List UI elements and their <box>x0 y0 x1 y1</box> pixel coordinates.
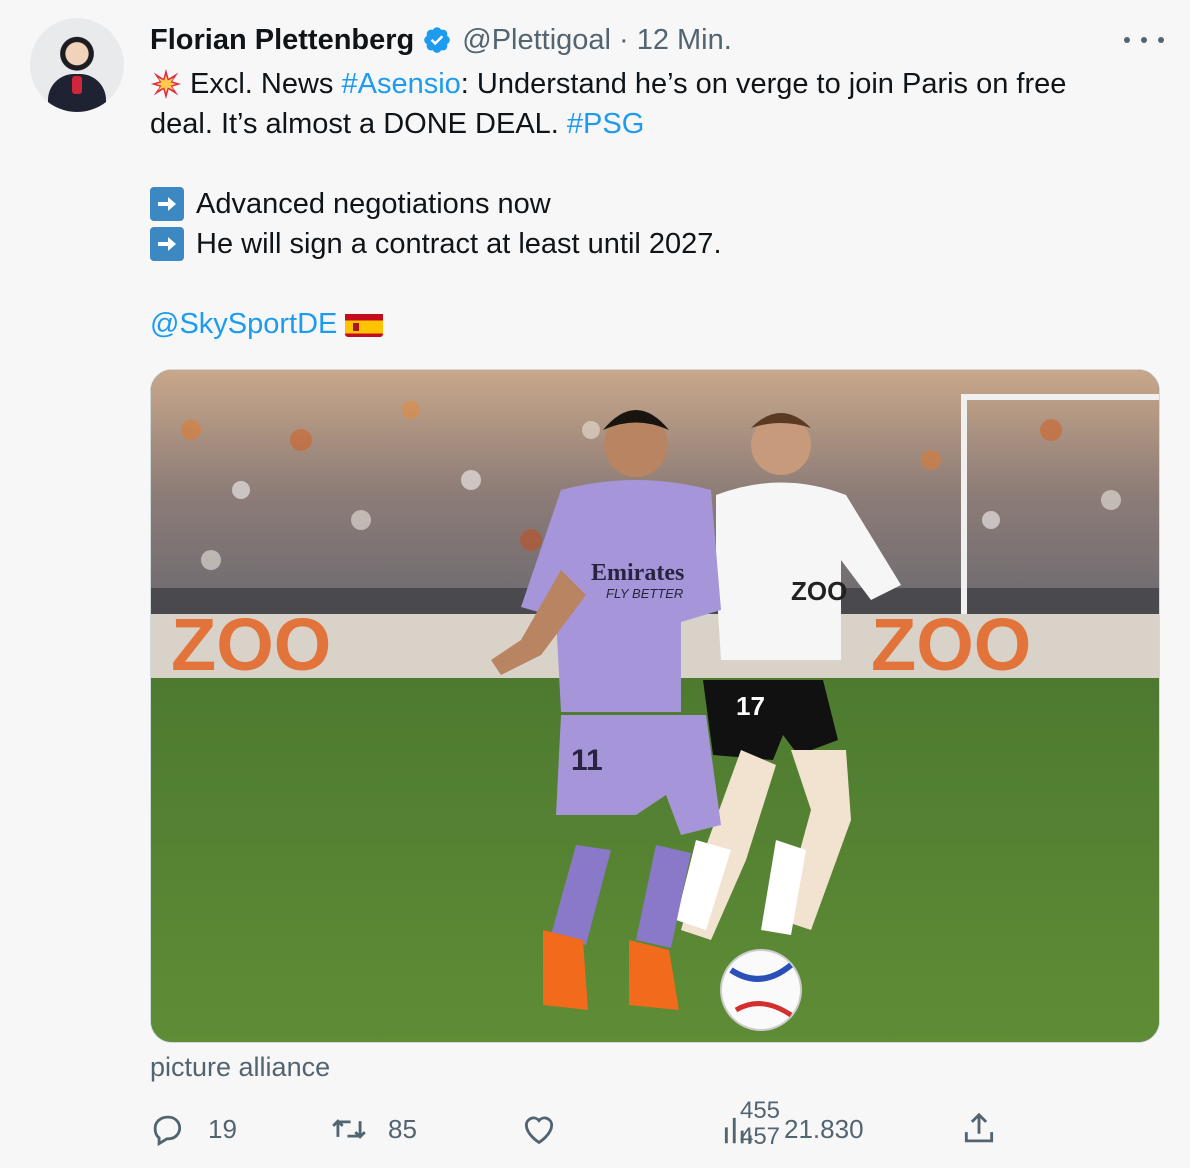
tweet-text-line2: deal. It’s almost a DONE DEAL. <box>150 108 567 140</box>
retweet-icon <box>332 1119 366 1139</box>
madrid-slogan: FLY BETTER <box>606 586 683 601</box>
ad-board-text-left: ZOO <box>171 603 331 686</box>
tweet-line-1: Excl. News #Asensio : Understand he’s on… <box>150 64 1160 104</box>
heart-icon <box>524 1116 554 1145</box>
mention-skysportde[interactable]: @SkySportDE <box>150 304 337 344</box>
right-arrow-icon <box>150 187 184 221</box>
bullet-1-text: Advanced negotiations now <box>196 188 551 220</box>
spain-flag-icon <box>345 311 384 337</box>
views-icon <box>724 1117 752 1144</box>
valencia-number: 17 <box>736 691 765 721</box>
bullet-2-text: He will sign a contract at least until 2… <box>196 228 722 260</box>
valencia-sponsor: ZOO <box>791 576 847 606</box>
football <box>720 949 802 1031</box>
author-display-name[interactable]: Florian Plettenberg <box>150 24 414 57</box>
tweet-media-photo[interactable]: ZOO ZOO ZOO 17 Emirates FLY BETTER 11 <box>150 369 1160 1043</box>
hashtag-asensio[interactable]: #Asensio <box>341 64 460 104</box>
tweet-line-2: deal. It’s almost a DONE DEAL. #PSG <box>150 104 1160 144</box>
tweet-header: Florian Plettenberg @Plettigoal · 12 Min… <box>150 22 732 58</box>
tweet-bullet-2: He will sign a contract at least until 2… <box>150 224 1160 264</box>
reply-icon <box>153 1115 182 1147</box>
author-avatar[interactable] <box>30 18 124 112</box>
hashtag-psg[interactable]: #PSG <box>567 104 644 144</box>
share-button[interactable] <box>960 1110 998 1148</box>
tweet-text: Excl. News #Asensio : Understand he’s on… <box>150 64 1160 344</box>
madrid-number: 11 <box>571 744 603 777</box>
reply-button[interactable]: 19 <box>148 1110 237 1148</box>
tweet-actions-bar: 19 85 455 457 21.830 <box>148 1100 1008 1160</box>
reply-count: 19 <box>208 1113 237 1144</box>
retweet-button[interactable]: 85 <box>330 1110 417 1148</box>
header-separator: · <box>619 23 629 56</box>
tweet-timestamp[interactable]: 12 Min. <box>637 24 732 57</box>
avatar-microphone <box>72 76 82 94</box>
media-caption: picture alliance <box>150 1052 331 1082</box>
ad-board-text-right: ZOO <box>871 603 1031 686</box>
right-arrow-icon <box>150 227 184 261</box>
author-handle[interactable]: @Plettigoal <box>462 24 611 57</box>
madrid-sponsor: Emirates <box>591 560 684 586</box>
share-icon <box>964 1112 994 1143</box>
more-options-icon[interactable] <box>1124 26 1164 54</box>
dot <box>1158 37 1164 43</box>
tweet-bullet-1: Advanced negotiations now <box>150 184 1160 224</box>
tweet-text-prefix: Excl. News <box>190 68 342 100</box>
tweet-text-rest: : Understand he’s on verge to join Paris… <box>460 68 1067 100</box>
dot <box>1124 37 1130 43</box>
dot <box>1141 37 1147 43</box>
football-photo: ZOO ZOO ZOO 17 Emirates FLY BETTER 11 <box>151 370 1159 1042</box>
tweet-mention-line: @SkySportDE <box>150 304 1160 344</box>
collision-icon <box>150 68 182 100</box>
retweet-count: 85 <box>388 1113 417 1144</box>
like-button[interactable] <box>520 1110 558 1148</box>
views-count: 21.830 <box>784 1113 864 1144</box>
views-button[interactable]: 21.830 <box>720 1110 864 1148</box>
verified-badge-icon <box>424 27 451 53</box>
